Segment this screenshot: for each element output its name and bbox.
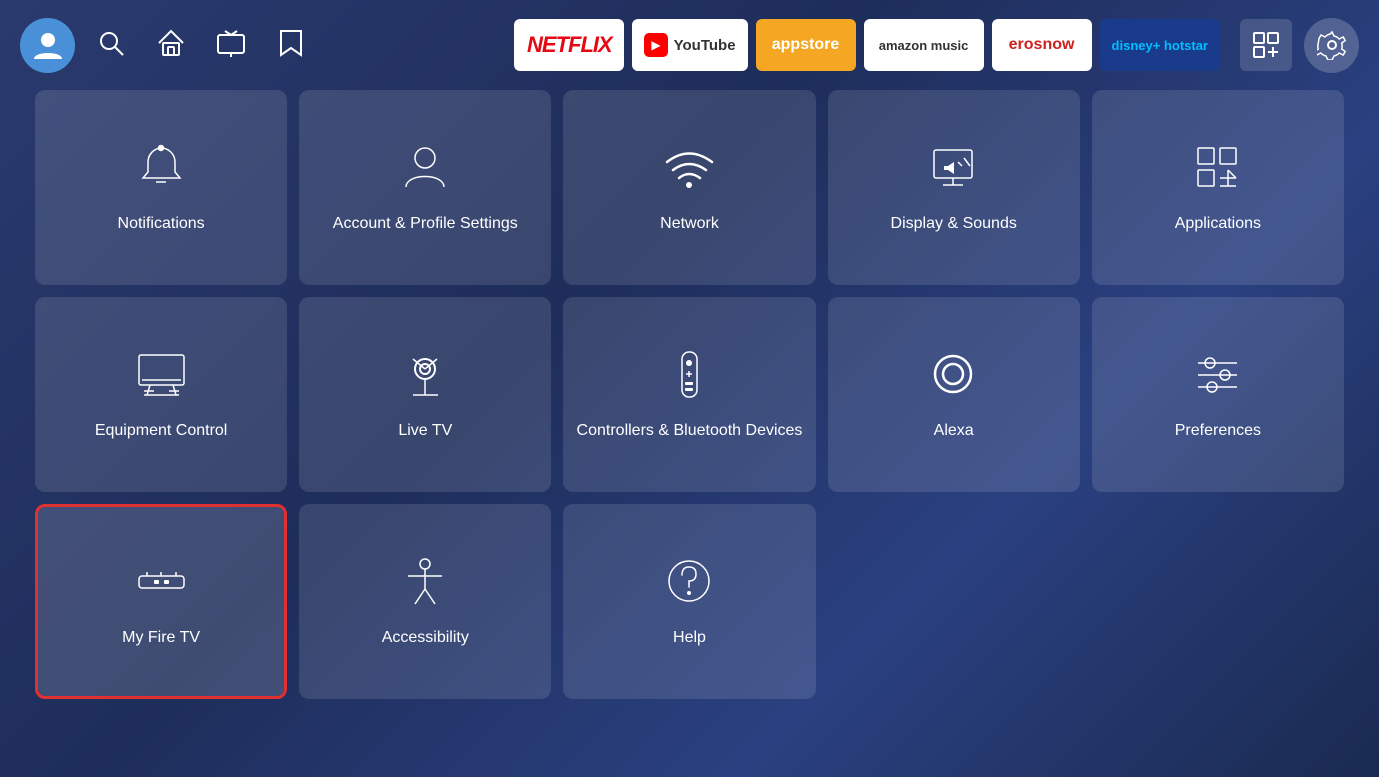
tile-account-label: Account & Profile Settings xyxy=(333,214,518,235)
person-icon xyxy=(398,140,453,200)
erosnow-button[interactable]: erosnow xyxy=(992,19,1092,71)
monitor-icon xyxy=(134,347,189,407)
tile-alexa-label: Alexa xyxy=(934,421,974,442)
bell-icon xyxy=(134,140,189,200)
tile-my-fire-tv[interactable]: My Fire TV xyxy=(35,504,287,699)
amazon-music-label: amazon music xyxy=(879,38,969,53)
tile-accessibility[interactable]: Accessibility xyxy=(299,504,551,699)
settings-grid: Notifications Account & Profile Settings… xyxy=(0,90,1379,719)
wifi-icon xyxy=(662,140,717,200)
alexa-icon xyxy=(926,347,981,407)
tile-accessibility-label: Accessibility xyxy=(382,628,469,649)
erosnow-label: erosnow xyxy=(1009,36,1075,54)
hotstar-button[interactable]: disney+ hotstar xyxy=(1100,19,1220,71)
tile-help-label: Help xyxy=(673,628,706,649)
grid-plus-button[interactable] xyxy=(1240,19,1292,71)
antenna-icon xyxy=(398,347,453,407)
tile-display-sounds[interactable]: Display & Sounds xyxy=(828,90,1080,285)
tile-equipment-control[interactable]: Equipment Control xyxy=(35,297,287,492)
appstore-label: appstore xyxy=(772,36,840,54)
tile-controllers-bluetooth[interactable]: Controllers & Bluetooth Devices xyxy=(563,297,815,492)
amazon-music-button[interactable]: amazon music xyxy=(864,19,984,71)
nav-icons xyxy=(95,27,307,64)
youtube-label: YouTube xyxy=(674,37,736,54)
tile-help[interactable]: Help xyxy=(563,504,815,699)
remote-icon xyxy=(662,347,717,407)
youtube-button[interactable]: ▶ YouTube xyxy=(632,19,747,71)
tile-live-tv[interactable]: Live TV xyxy=(299,297,551,492)
settings-button[interactable] xyxy=(1304,18,1359,73)
tile-live-tv-label: Live TV xyxy=(398,421,452,442)
tile-preferences[interactable]: Preferences xyxy=(1092,297,1344,492)
tile-notifications[interactable]: Notifications xyxy=(35,90,287,285)
bookmark-icon[interactable] xyxy=(275,27,307,64)
tile-preferences-label: Preferences xyxy=(1175,421,1261,442)
live-tv-icon[interactable] xyxy=(215,27,247,64)
avatar[interactable] xyxy=(20,18,75,73)
netflix-label: NETFLIX xyxy=(527,32,612,58)
search-icon[interactable] xyxy=(95,27,127,64)
tile-network-label: Network xyxy=(660,214,719,235)
netflix-button[interactable]: NETFLIX xyxy=(514,19,624,71)
tile-alexa[interactable]: Alexa xyxy=(828,297,1080,492)
appstore-button[interactable]: appstore xyxy=(756,19,856,71)
tile-display-sounds-label: Display & Sounds xyxy=(891,214,1017,235)
tile-applications[interactable]: Applications xyxy=(1092,90,1344,285)
fire-tv-icon xyxy=(134,554,189,614)
apps-icon xyxy=(1190,140,1245,200)
tile-notifications-label: Notifications xyxy=(118,214,205,235)
monitor-sound-icon xyxy=(926,140,981,200)
tile-equipment-control-label: Equipment Control xyxy=(95,421,228,442)
tile-applications-label: Applications xyxy=(1175,214,1261,235)
tile-controllers-bluetooth-label: Controllers & Bluetooth Devices xyxy=(577,421,803,442)
tile-account-profile[interactable]: Account & Profile Settings xyxy=(299,90,551,285)
app-shortcuts: NETFLIX ▶ YouTube appstore amazon music … xyxy=(514,19,1220,71)
topbar: NETFLIX ▶ YouTube appstore amazon music … xyxy=(0,0,1379,90)
sliders-icon xyxy=(1190,347,1245,407)
help-icon xyxy=(662,554,717,614)
hotstar-label: disney+ hotstar xyxy=(1112,38,1208,53)
tile-my-fire-tv-label: My Fire TV xyxy=(122,628,200,649)
accessibility-icon xyxy=(398,554,453,614)
home-icon[interactable] xyxy=(155,27,187,64)
right-icons xyxy=(1240,18,1359,73)
tile-network[interactable]: Network xyxy=(563,90,815,285)
